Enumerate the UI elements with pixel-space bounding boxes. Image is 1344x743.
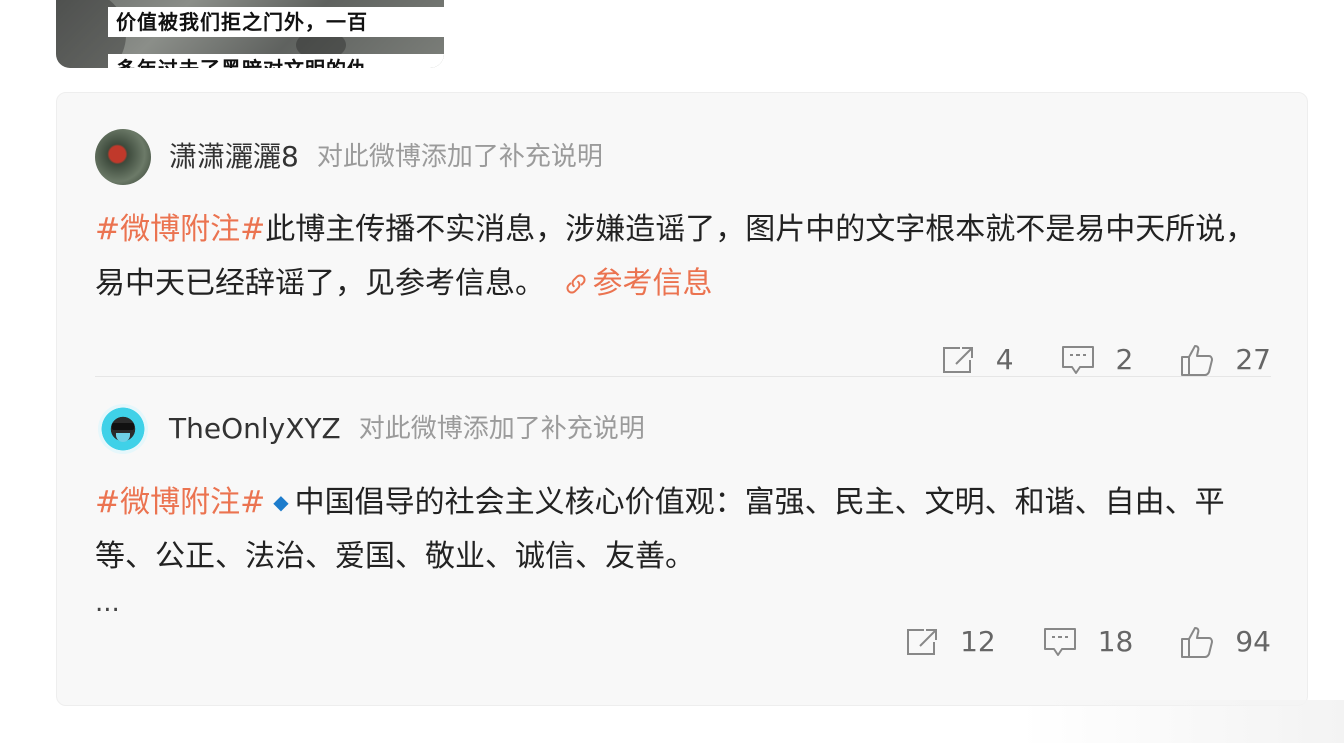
repost-button[interactable]: 4 (940, 344, 1014, 376)
reference-label: 参考信息 (592, 266, 713, 301)
repost-count: 12 (960, 625, 996, 658)
username-link[interactable]: 潇潇灑灑8 (169, 137, 299, 177)
expand-ellipsis[interactable]: ... (95, 590, 1265, 616)
comment-button[interactable]: 18 (1042, 625, 1134, 658)
supplementary-notes-card: 潇潇灑灑8 对此微博添加了补充说明 #微博附注#此博主传播不实消息，涉嫌造谣了，… (56, 92, 1308, 706)
like-count: 94 (1235, 625, 1271, 658)
link-icon (566, 274, 586, 294)
note-body: #微博附注# ◆ 中国倡导的社会主义核心价值观：富强、民主、文明、和谐、自由、平等、… (95, 475, 1265, 616)
post-image[interactable]: 价值被我们拒之门外，一百 多年过去了黑暗对文明的仇 (56, 0, 444, 68)
note-stats: 12 18 94 (858, 625, 1271, 659)
like-button[interactable]: 27 (1179, 343, 1271, 377)
repost-count: 4 (995, 343, 1014, 376)
share-icon (907, 629, 938, 655)
bullet-diamond-icon: ◆ (273, 490, 289, 514)
note-divider (95, 376, 1271, 377)
topic-link[interactable]: #微博附注# (95, 212, 265, 247)
comment-count: 18 (1097, 625, 1134, 658)
image-caption-line: 多年过去了黑暗对文明的仇 (108, 54, 444, 68)
avatar[interactable] (95, 129, 151, 185)
like-count: 27 (1235, 343, 1271, 376)
thumbs-up-icon (1181, 627, 1214, 658)
share-icon (942, 347, 973, 373)
comment-icon (1061, 346, 1094, 374)
topic-link[interactable]: #微博附注# (95, 485, 265, 520)
note-header: TheOnlyXYZ 对此微博添加了补充说明 (95, 401, 1271, 457)
comment-icon (1043, 628, 1076, 656)
comment-count: 2 (1115, 343, 1134, 376)
supplementary-note: TheOnlyXYZ 对此微博添加了补充说明 #微博附注# ◆ 中国倡导的社会主义核… (95, 401, 1271, 658)
thumbs-up-icon (1181, 345, 1214, 376)
note-action-text: 对此微博添加了补充说明 (316, 142, 603, 172)
repost-button[interactable]: 12 (904, 626, 996, 658)
supplementary-note: 潇潇灑灑8 对此微博添加了补充说明 #微博附注#此博主传播不实消息，涉嫌造谣了，… (95, 129, 1271, 376)
username-link[interactable]: TheOnlyXYZ (169, 409, 341, 449)
note-body: #微博附注#此博主传播不实消息，涉嫌造谣了，图片中的文字根本就不是易中天所说，易… (95, 203, 1265, 311)
avatar[interactable] (98, 404, 148, 454)
bottom-fade (1020, 700, 1344, 743)
comment-button[interactable]: 2 (1060, 343, 1134, 376)
like-button[interactable]: 94 (1179, 625, 1271, 659)
note-action-text: 对此微博添加了补充说明 (358, 414, 645, 444)
reference-link[interactable]: 参考信息 (555, 266, 713, 301)
note-header: 潇潇灑灑8 对此微博添加了补充说明 (95, 129, 1271, 185)
note-stats: 4 2 27 (894, 343, 1271, 377)
image-caption-line: 价值被我们拒之门外，一百 (108, 7, 444, 37)
